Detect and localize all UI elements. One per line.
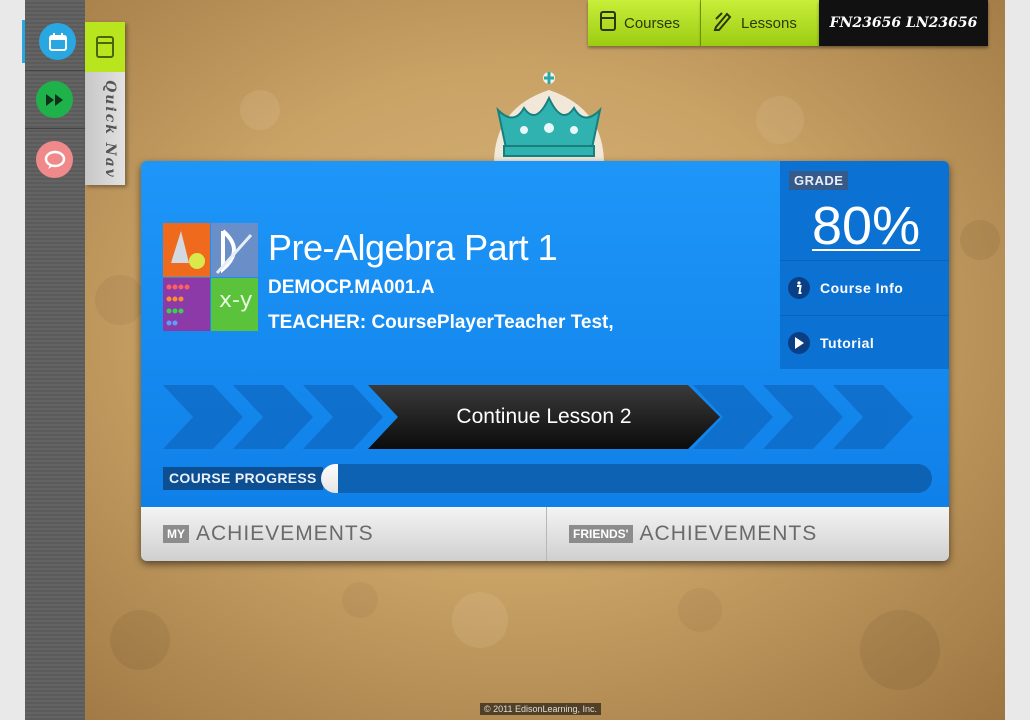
course-side-panel: GRADE 80% Course Info Tutorial: [780, 161, 949, 369]
course-code: DEMOCP.MA001.A: [268, 277, 435, 298]
left-nav-bar: [22, 0, 88, 720]
course-card-header: x-y Pre-Algebra Part 1 DEMOCP.MA001.A TE…: [141, 161, 949, 507]
course-progress-fill: [321, 464, 339, 493]
course-card: x-y Pre-Algebra Part 1 DEMOCP.MA001.A TE…: [141, 161, 949, 561]
course-info-button[interactable]: Course Info: [780, 260, 949, 315]
grade-value[interactable]: 80%: [812, 195, 920, 257]
tutorial-label: Tutorial: [820, 335, 875, 351]
tutorial-button[interactable]: Tutorial: [780, 315, 949, 370]
course-info-label: Course Info: [820, 280, 904, 296]
user-name-badge[interactable]: FN23656 LN23656: [819, 0, 988, 46]
outer-right-margin: [1005, 0, 1030, 720]
friends-achievements-label: ACHIEVEMENTS: [639, 522, 818, 545]
course-progress-bar: [321, 464, 932, 493]
lessons-tab[interactable]: Lessons: [701, 0, 819, 46]
course-title: Pre-Algebra Part 1: [268, 227, 558, 268]
continue-lesson-button[interactable]: Continue Lesson 2: [368, 385, 720, 449]
calendar-icon: [39, 23, 76, 60]
my-achievements-button[interactable]: MY ACHIEVEMENTS: [141, 507, 547, 561]
calendar-nav-button[interactable]: [22, 20, 88, 63]
friends-achievements-button[interactable]: FRIENDS' ACHIEVEMENTS: [547, 507, 949, 561]
svg-text:x-y: x-y: [219, 288, 253, 313]
quick-nav-panel[interactable]: Quick Nav: [85, 22, 125, 185]
course-teacher: TEACHER: CoursePlayerTeacher Test,: [268, 312, 614, 333]
play-icon: [788, 332, 810, 354]
pencil-note-icon: [713, 11, 733, 35]
forward-icon: [36, 81, 73, 118]
outer-left-margin: [0, 0, 25, 720]
forward-nav-button[interactable]: [25, 78, 85, 121]
course-progress-label: COURSE PROGRESS: [163, 467, 323, 490]
messages-nav-button[interactable]: [25, 138, 85, 181]
my-achievements-tag: MY: [163, 525, 189, 543]
achievements-bar: MY ACHIEVEMENTS FRIENDS' ACHIEVEMENTS: [141, 507, 949, 561]
info-icon: [788, 277, 810, 299]
crown-emblem: [494, 72, 604, 164]
my-achievements-label: ACHIEVEMENTS: [196, 522, 374, 545]
copyright-notice: © 2011 EdisonLearning, Inc.: [480, 703, 602, 715]
top-nav-bar: Courses Lessons FN23656 LN23656: [588, 0, 988, 46]
friends-achievements-tag: FRIENDS': [569, 525, 633, 543]
notebook-icon: [85, 22, 125, 72]
courses-tab[interactable]: Courses: [588, 0, 701, 46]
quick-nav-label: Quick Nav: [102, 80, 118, 179]
lessons-tab-label: Lessons: [741, 14, 797, 32]
continue-lesson-label: Continue Lesson 2: [456, 405, 632, 428]
chat-bubble-icon: [36, 141, 73, 178]
course-thumbnail: x-y: [163, 223, 258, 331]
courses-tab-label: Courses: [624, 14, 680, 32]
notebook-icon: [600, 11, 616, 35]
grade-label: GRADE: [789, 171, 849, 190]
